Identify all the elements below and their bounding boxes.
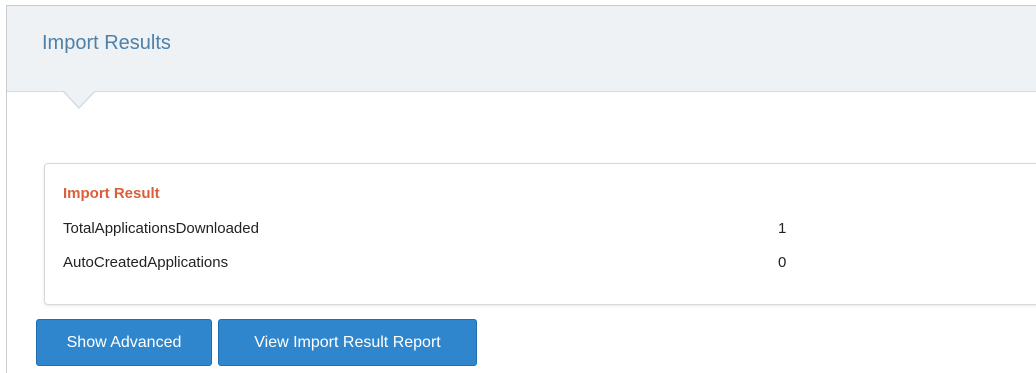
result-label: AutoCreatedApplications (63, 254, 229, 271)
result-label: TotalApplicationsDownloaded (63, 220, 259, 237)
import-results-panel: Import Results Import Result TotalApplic… (6, 5, 1036, 373)
card-title: Import Result (63, 185, 160, 202)
result-row-total-applications-downloaded: TotalApplicationsDownloaded 1 (63, 220, 963, 242)
result-value: 0 (778, 254, 787, 271)
result-row-auto-created-applications: AutoCreatedApplications 0 (63, 254, 963, 276)
panel-header: Import Results (7, 6, 1036, 92)
show-advanced-button[interactable]: Show Advanced (36, 319, 212, 366)
header-pointer (64, 91, 94, 107)
import-result-card: Import Result TotalApplicationsDownloade… (44, 163, 1036, 305)
view-import-result-report-button[interactable]: View Import Result Report (218, 319, 477, 366)
page-title: Import Results (42, 32, 171, 54)
result-value: 1 (778, 220, 787, 237)
